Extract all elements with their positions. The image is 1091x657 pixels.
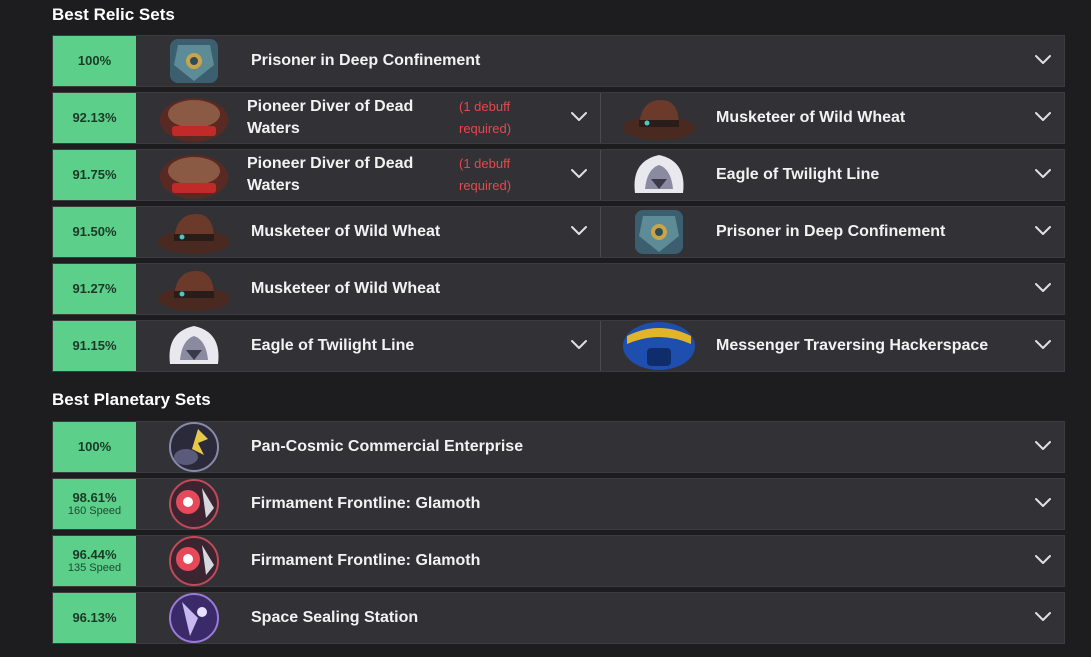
percentage-value: 98.61% [72, 489, 117, 505]
pioneer-relic-icon [152, 92, 236, 144]
musketeer-relic-icon [617, 92, 701, 144]
set-row: 91.27% Musketeer of Wild Wheat [52, 263, 1065, 315]
chevron-down-icon[interactable] [1034, 554, 1052, 566]
match-percentage: 100% [53, 422, 136, 472]
eagle-relic-icon [152, 320, 236, 372]
set-row: 91.15% Eagle of Twilight Line Messenger Tr… [52, 320, 1065, 372]
set-name: Space Sealing Station [251, 609, 419, 627]
percentage-value: 96.13% [72, 610, 117, 626]
chevron-down-icon[interactable] [1034, 497, 1052, 509]
set-dropdown[interactable]: Eagle of Twilight Line [601, 150, 1064, 200]
set-row: 96.13% Space Sealing Station [52, 592, 1065, 644]
pioneer-relic-icon [152, 149, 236, 201]
percentage-value: 91.75% [72, 167, 117, 183]
glamoth-planar-icon [152, 478, 236, 530]
set-row: 91.75% Pioneer Diver of Dead Waters (1 deb… [52, 149, 1065, 201]
set-dropdown[interactable]: Musketeer of Wild Wheat [601, 93, 1064, 143]
percentage-value: 100% [77, 53, 112, 69]
prisoner-relic-icon [152, 35, 236, 87]
chevron-down-icon[interactable] [1034, 225, 1052, 237]
set-dropdown[interactable]: Firmament Frontline: Glamoth [136, 536, 1064, 586]
set-dropdown[interactable]: Pan-Cosmic Commercial Enterprise [136, 422, 1064, 472]
percentage-value: 91.50% [72, 224, 117, 240]
percentage-value: 96.44% [72, 546, 117, 562]
chevron-down-icon[interactable] [1034, 111, 1052, 123]
set-name: Eagle of Twilight Line [716, 166, 880, 184]
set-name: Pioneer Diver of Dead Waters [247, 98, 414, 137]
chevron-down-icon[interactable] [1034, 611, 1052, 623]
set-dropdown[interactable]: Space Sealing Station [136, 593, 1064, 643]
pan-cosmic-planar-icon [152, 421, 236, 473]
set-name: Pioneer Diver of Dead Waters [247, 155, 414, 194]
set-row: 92.13% Pioneer Diver of Dead Waters (1 deb… [52, 92, 1065, 144]
set-dropdown[interactable]: Musketeer of Wild Wheat [136, 207, 601, 257]
match-percentage: 91.75% [53, 150, 136, 200]
chevron-down-icon[interactable] [1034, 168, 1052, 180]
match-percentage: 100% [53, 36, 136, 86]
speed-requirement: 135 Speed [67, 562, 122, 575]
match-percentage: 91.15% [53, 321, 136, 371]
set-row: 100% Prisoner in Deep Confinement [52, 35, 1065, 87]
set-dropdown[interactable]: Prisoner in Deep Confinement [601, 207, 1064, 257]
relic-sets-title: Best Relic Sets [52, 5, 175, 24]
match-percentage: 92.13% [53, 93, 136, 143]
set-row: 91.50% Musketeer of Wild Wheat Prisoner in… [52, 206, 1065, 258]
chevron-down-icon[interactable] [570, 168, 588, 180]
chevron-down-icon[interactable] [570, 339, 588, 351]
chevron-down-icon[interactable] [1034, 440, 1052, 452]
set-name: Musketeer of Wild Wheat [251, 223, 441, 241]
eagle-relic-icon [617, 149, 701, 201]
set-name: Prisoner in Deep Confinement [251, 52, 481, 70]
set-dropdown[interactable]: Messenger Traversing Hackerspace [601, 321, 1064, 371]
match-percentage: 98.61% 160 Speed [53, 479, 136, 529]
musketeer-relic-icon [152, 263, 236, 315]
chevron-down-icon[interactable] [1034, 54, 1052, 66]
set-row: 100% Pan-Cosmic Commercial Enterprise [52, 421, 1065, 473]
match-percentage: 96.13% [53, 593, 136, 643]
set-dropdown[interactable]: Firmament Frontline: Glamoth [136, 479, 1064, 529]
match-percentage: 91.27% [53, 264, 136, 314]
chevron-down-icon[interactable] [570, 111, 588, 123]
set-name: Prisoner in Deep Confinement [716, 223, 946, 241]
set-dropdown[interactable]: Prisoner in Deep Confinement [136, 36, 1064, 86]
set-dropdown[interactable]: Musketeer of Wild Wheat [136, 264, 1064, 314]
set-requirement-note: (1 debuff required) [459, 98, 512, 136]
set-dropdown[interactable]: Pioneer Diver of Dead Waters (1 debuff re… [136, 93, 601, 143]
match-percentage: 91.50% [53, 207, 136, 257]
glamoth-planar-icon [152, 535, 236, 587]
messenger-relic-icon [617, 320, 701, 372]
prisoner-relic-icon [617, 206, 701, 258]
set-name: Musketeer of Wild Wheat [716, 109, 906, 127]
chevron-down-icon[interactable] [1034, 282, 1052, 294]
set-name: Firmament Frontline: Glamoth [251, 552, 481, 570]
set-name: Pan-Cosmic Commercial Enterprise [251, 438, 524, 456]
planetary-sets-title: Best Planetary Sets [52, 390, 211, 409]
space-sealing-planar-icon [152, 592, 236, 644]
set-name: Messenger Traversing Hackerspace [716, 337, 989, 355]
set-dropdown[interactable]: Eagle of Twilight Line [136, 321, 601, 371]
chevron-down-icon[interactable] [1034, 339, 1052, 351]
musketeer-relic-icon [152, 206, 236, 258]
match-percentage: 96.44% 135 Speed [53, 536, 136, 586]
speed-requirement: 160 Speed [67, 505, 122, 518]
set-dropdown[interactable]: Pioneer Diver of Dead Waters (1 debuff re… [136, 150, 601, 200]
set-row: 98.61% 160 Speed Firmament Frontline: Glam… [52, 478, 1065, 530]
set-name: Eagle of Twilight Line [251, 337, 415, 355]
set-name: Firmament Frontline: Glamoth [251, 495, 481, 513]
set-requirement-note: (1 debuff required) [459, 155, 512, 193]
set-name: Musketeer of Wild Wheat [251, 280, 441, 298]
percentage-value: 92.13% [72, 110, 117, 126]
percentage-value: 91.27% [72, 281, 117, 297]
set-row: 96.44% 135 Speed Firmament Frontline: Glam… [52, 535, 1065, 587]
percentage-value: 91.15% [72, 338, 117, 354]
chevron-down-icon[interactable] [570, 225, 588, 237]
percentage-value: 100% [77, 439, 112, 455]
